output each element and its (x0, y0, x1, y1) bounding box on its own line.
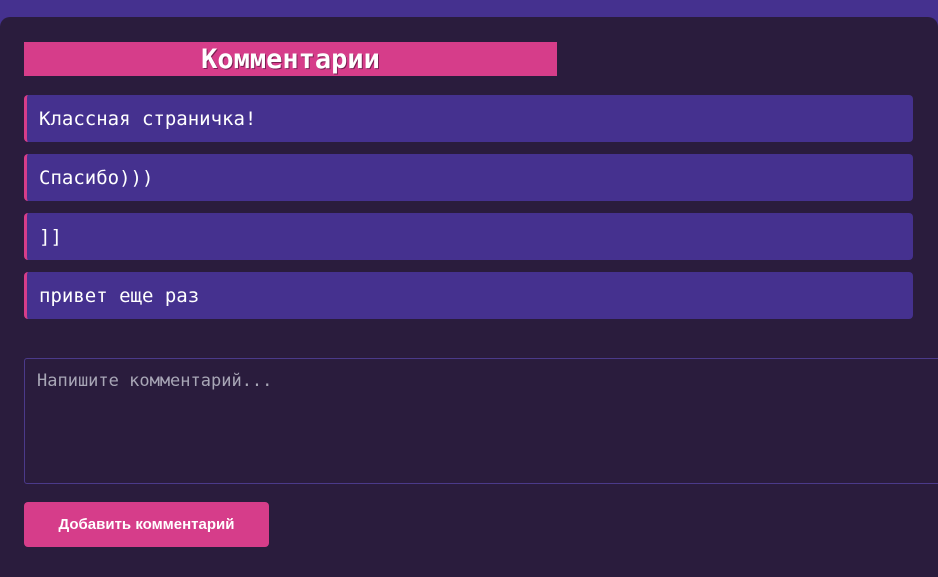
comment-item: ]] (24, 213, 913, 260)
comment-text: Классная страничка! (39, 107, 257, 130)
comment-input[interactable] (24, 358, 938, 484)
add-comment-button[interactable]: Добавить комментарий (24, 502, 269, 547)
comment-item: Спасибо))) (24, 154, 913, 201)
comment-text: ]] (39, 225, 62, 248)
comment-text: привет еще раз (39, 284, 200, 307)
comments-panel: Комментарии Классная страничка! Спасибо)… (0, 17, 938, 577)
comments-title: Комментарии (201, 43, 380, 75)
comment-text: Спасибо))) (39, 166, 154, 189)
comments-title-bar: Комментарии (24, 42, 557, 76)
comment-item: Классная страничка! (24, 95, 913, 142)
comment-item: привет еще раз (24, 272, 913, 319)
comment-list: Классная страничка! Спасибо))) ]] привет… (24, 95, 913, 331)
